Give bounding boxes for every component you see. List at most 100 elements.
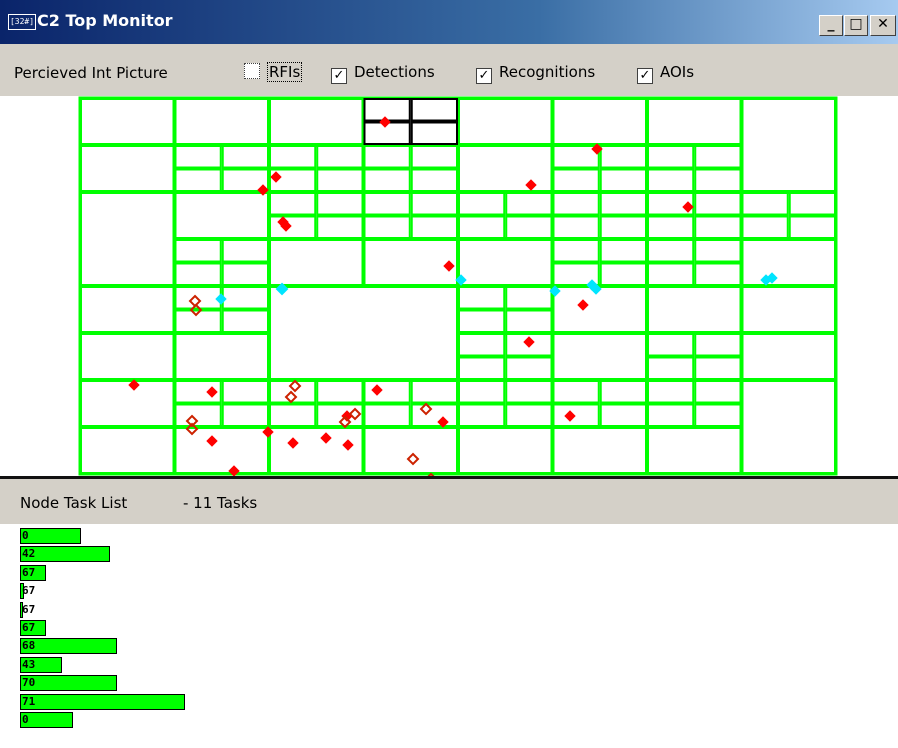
grid-cell[interactable] — [174, 262, 222, 286]
recognition-marker[interactable] — [288, 379, 302, 393]
grid-cell[interactable] — [458, 98, 553, 145]
recognition-marker[interactable] — [406, 452, 420, 466]
grid-cell[interactable] — [552, 215, 600, 239]
detection-marker[interactable] — [525, 179, 537, 191]
grid-cell[interactable] — [647, 427, 742, 474]
task-list[interactable]: 0 42 67 67 67 67 68 43 70 71 0 — [0, 524, 898, 748]
grid-cell[interactable] — [221, 380, 269, 404]
detection-marker[interactable] — [523, 336, 535, 348]
task-row[interactable]: 67 — [20, 620, 240, 636]
grid-cell[interactable] — [458, 356, 506, 380]
task-row[interactable]: 43 — [20, 656, 240, 673]
grid-cell[interactable] — [599, 380, 647, 404]
grid-cell[interactable] — [458, 403, 506, 427]
grid-cell[interactable] — [221, 145, 269, 169]
grid-cell[interactable] — [647, 262, 695, 286]
grid-cell[interactable] — [647, 380, 695, 404]
task-row[interactable]: 67 — [20, 583, 240, 600]
grid-cell[interactable] — [788, 215, 836, 239]
selected-grid-cell[interactable] — [363, 121, 411, 145]
grid-cell[interactable] — [316, 192, 364, 216]
grid-cell[interactable] — [552, 239, 600, 263]
detection-marker[interactable] — [320, 432, 332, 444]
grid-cell[interactable] — [221, 403, 269, 427]
grid-cell[interactable] — [174, 192, 269, 239]
grid-cell[interactable] — [599, 403, 647, 427]
grid-cell[interactable] — [741, 239, 836, 286]
selected-grid-cell[interactable] — [410, 121, 458, 145]
recognitions-checkbox[interactable]: ✓ Recognitions — [476, 63, 595, 84]
grid-cell[interactable] — [316, 145, 364, 169]
grid-cell[interactable] — [269, 427, 364, 474]
grid-cell[interactable] — [741, 192, 789, 216]
grid-cell[interactable] — [694, 380, 742, 404]
grid-cell[interactable] — [363, 403, 411, 427]
detections-checkbox[interactable]: ✓ Detections — [331, 63, 435, 84]
cyan-marker[interactable] — [215, 293, 227, 305]
detection-marker[interactable] — [287, 437, 299, 449]
task-row[interactable]: 67 — [20, 564, 240, 581]
grid-cell[interactable] — [363, 239, 458, 286]
grid-cell[interactable] — [174, 239, 222, 263]
grid-cell[interactable] — [410, 145, 458, 169]
grid-cell[interactable] — [552, 192, 600, 216]
grid-cell[interactable] — [599, 192, 647, 216]
grid-cell[interactable] — [505, 286, 553, 310]
grid-cell[interactable] — [552, 168, 600, 192]
task-row[interactable]: 67 — [20, 601, 240, 618]
task-row[interactable]: 70 — [20, 675, 240, 692]
grid-cell[interactable] — [80, 98, 175, 145]
grid-cell[interactable] — [741, 380, 836, 474]
grid-cell[interactable] — [552, 427, 647, 474]
rfis-checkbox[interactable]: RFIs — [244, 62, 303, 83]
task-row[interactable]: 68 — [20, 638, 240, 655]
detection-marker[interactable] — [682, 201, 694, 213]
grid-cell[interactable] — [174, 145, 222, 169]
grid-cell[interactable] — [221, 262, 269, 286]
grid-cell[interactable] — [694, 168, 742, 192]
grid-cell[interactable] — [694, 145, 742, 169]
grid-cell[interactable] — [694, 192, 742, 216]
grid-cell[interactable] — [316, 380, 364, 404]
grid-cell[interactable] — [174, 403, 222, 427]
title-bar[interactable]: [32#] C2 Top Monitor _ □ ✕ — [0, 0, 898, 44]
grid-cell[interactable] — [647, 145, 695, 169]
grid-cell[interactable] — [694, 356, 742, 380]
recognition-marker[interactable] — [188, 294, 202, 308]
grid-cell[interactable] — [80, 427, 175, 474]
grid-cell[interactable] — [363, 380, 411, 404]
task-row[interactable]: 42 — [20, 546, 240, 563]
task-row[interactable]: 71 — [20, 693, 240, 710]
grid-cell[interactable] — [647, 333, 695, 357]
task-row[interactable]: 0 — [20, 712, 240, 728]
grid-cell[interactable] — [599, 168, 647, 192]
grid-cell[interactable] — [647, 239, 695, 263]
grid-cell[interactable] — [505, 309, 553, 333]
grid-cell[interactable] — [269, 403, 317, 427]
grid-cell[interactable] — [552, 403, 600, 427]
grid-cell[interactable] — [647, 168, 695, 192]
grid-cell[interactable] — [269, 286, 458, 380]
grid-cell[interactable] — [458, 145, 553, 192]
grid-cell[interactable] — [269, 215, 317, 239]
grid-cell[interactable] — [221, 286, 269, 310]
detection-marker[interactable] — [342, 439, 354, 451]
grid-cell[interactable] — [363, 168, 411, 192]
grid-cell[interactable] — [410, 168, 458, 192]
grid-cell[interactable] — [458, 380, 506, 404]
grid-cell[interactable] — [599, 262, 647, 286]
grid-cell[interactable] — [221, 309, 269, 333]
grid-cell[interactable] — [458, 427, 553, 474]
grid-cell[interactable] — [599, 215, 647, 239]
grid-cell[interactable] — [174, 98, 269, 145]
detection-marker[interactable] — [379, 116, 391, 128]
grid-cell[interactable] — [505, 403, 553, 427]
grid-cell[interactable] — [694, 403, 742, 427]
detection-marker[interactable] — [371, 384, 383, 396]
grid-cell[interactable] — [363, 192, 411, 216]
grid-cell[interactable] — [694, 333, 742, 357]
detection-marker[interactable] — [270, 171, 282, 183]
grid-cell[interactable] — [80, 145, 175, 192]
grid-cell[interactable] — [741, 333, 836, 380]
grid-cell[interactable] — [363, 145, 411, 169]
